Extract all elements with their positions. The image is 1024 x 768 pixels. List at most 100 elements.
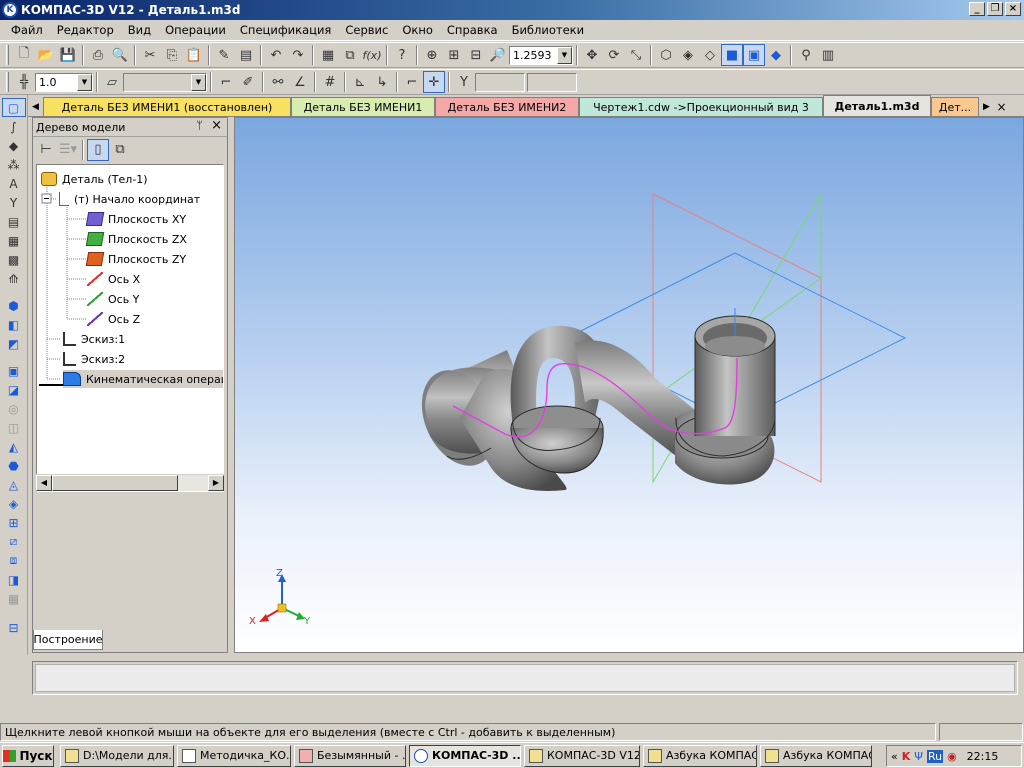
- sheet-metal-icon[interactable]: ⟰: [2, 269, 26, 288]
- tree-node-plane-zx[interactable]: Плоскость ZX: [85, 230, 187, 248]
- hole-icon[interactable]: ◎: [2, 399, 26, 418]
- scroll-left-icon[interactable]: ◀: [36, 475, 52, 491]
- menu-libraries[interactable]: Библиотеки: [505, 23, 592, 37]
- tree-node-sketch-2[interactable]: Эскиз:2: [63, 350, 125, 368]
- thread-icon[interactable]: ⧈: [2, 551, 26, 570]
- zoom-scale-icon[interactable]: 🔎: [487, 44, 509, 66]
- usb-icon[interactable]: Ψ: [914, 750, 923, 763]
- tab-doc-4[interactable]: Чертеж1.cdw ->Проекционный вид 3: [579, 97, 823, 116]
- task-kompas-help[interactable]: КОМПАС-3D V12: [524, 744, 640, 767]
- axes-icon[interactable]: ↳: [371, 71, 393, 93]
- chevron-down-icon[interactable]: ▼: [191, 73, 206, 91]
- layer-icon[interactable]: ▱: [101, 71, 123, 93]
- scroll-thumb[interactable]: [52, 475, 178, 491]
- tree-node-axis-z[interactable]: Ось Z: [87, 310, 140, 328]
- step-icon[interactable]: ╬: [13, 71, 35, 93]
- tab-scroll-left-icon[interactable]: ◀: [28, 97, 43, 116]
- save-icon[interactable]: 💾: [57, 44, 79, 66]
- variables-icon[interactable]: ⧉: [339, 44, 361, 66]
- menu-help[interactable]: Справка: [440, 23, 505, 37]
- tab-scroll-right-icon[interactable]: ▶: [979, 97, 994, 116]
- menu-edit[interactable]: Редактор: [50, 23, 121, 37]
- kinematic-icon[interactable]: ◩: [2, 334, 26, 353]
- rotate-op-icon[interactable]: ◧: [2, 315, 26, 334]
- library-manager-icon[interactable]: ▥: [817, 44, 839, 66]
- tab-construction[interactable]: Построение: [33, 630, 103, 650]
- task-word[interactable]: Методичка_КО...: [177, 744, 291, 767]
- tab-close-icon[interactable]: ×: [994, 97, 1009, 116]
- filter-objects-icon[interactable]: Y: [2, 193, 26, 212]
- tab-doc-1[interactable]: Деталь БЕЗ ИМЕНИ1 (восстановлен): [43, 97, 291, 116]
- tab-doc-2[interactable]: Деталь БЕЗ ИМЕНИ1: [291, 97, 435, 116]
- split-icon[interactable]: ⧄: [2, 532, 26, 551]
- help-pointer-icon[interactable]: ?: [391, 44, 413, 66]
- language-indicator[interactable]: Ru: [926, 749, 944, 763]
- measure-icon[interactable]: ▤: [2, 212, 26, 231]
- step-combo[interactable]: 1.0 ▼: [35, 72, 93, 92]
- tree-node-plane-xy[interactable]: Плоскость XY: [85, 210, 186, 228]
- cut-rotate-icon[interactable]: ◪: [2, 380, 26, 399]
- record-icon[interactable]: ◉: [947, 750, 957, 763]
- zoom-out-icon[interactable]: ⊟: [465, 44, 487, 66]
- task-azbuka-2[interactable]: Азбука КОМПАС: [760, 744, 872, 767]
- perspective-icon[interactable]: ◆: [765, 44, 787, 66]
- shaded-icon[interactable]: ■: [721, 44, 743, 66]
- menu-view[interactable]: Вид: [121, 23, 158, 37]
- menu-operations[interactable]: Операции: [158, 23, 233, 37]
- undo-icon[interactable]: ↶: [265, 44, 287, 66]
- tree-hscrollbar[interactable]: ◀ ▶: [36, 474, 224, 491]
- pan-icon[interactable]: ✥: [581, 44, 603, 66]
- tree-toggle-icon[interactable]: ⊟: [2, 618, 26, 637]
- function-icon[interactable]: f(x): [361, 44, 383, 66]
- chevron-down-icon[interactable]: ▼: [557, 46, 572, 64]
- manager-icon[interactable]: ▦: [317, 44, 339, 66]
- tree-copy-icon[interactable]: ⧉: [109, 139, 131, 161]
- menu-specification[interactable]: Спецификация: [233, 23, 338, 37]
- task-paint[interactable]: Безымянный - ...: [294, 744, 406, 767]
- arrays-icon[interactable]: ⁂: [2, 155, 26, 174]
- open-file-icon[interactable]: 📂: [35, 44, 57, 66]
- filter-icon[interactable]: ⚲: [795, 44, 817, 66]
- spec-icon[interactable]: ▦: [2, 231, 26, 250]
- menu-service[interactable]: Сервис: [338, 23, 395, 37]
- extrude-icon[interactable]: ⬢: [2, 296, 26, 315]
- minimize-button[interactable]: _: [969, 2, 985, 16]
- layer-combo[interactable]: ▼: [123, 72, 207, 92]
- incline-icon[interactable]: ◈: [2, 494, 26, 513]
- restore-button[interactable]: ❐: [987, 2, 1003, 16]
- model-viewport[interactable]: Z X Y: [234, 117, 1024, 653]
- kaspersky-icon[interactable]: K: [902, 750, 911, 763]
- tree-node-axis-x[interactable]: Ось X: [87, 270, 140, 288]
- spatial-curves-icon[interactable]: ∫: [2, 117, 26, 136]
- wireframe-icon[interactable]: ⬡: [655, 44, 677, 66]
- tray-expand-icon[interactable]: «: [891, 750, 898, 763]
- preview-icon[interactable]: 🔍: [109, 44, 131, 66]
- tree-structure-icon[interactable]: ⊢: [35, 139, 57, 161]
- orientation-icon[interactable]: ⤡: [625, 44, 647, 66]
- cursor-coords-icon[interactable]: ✛: [423, 71, 445, 93]
- hidden-lines-icon[interactable]: ◈: [677, 44, 699, 66]
- chamfer-icon[interactable]: ◭: [2, 437, 26, 456]
- mirror-icon[interactable]: ◨: [2, 570, 26, 589]
- menu-file[interactable]: Файл: [4, 23, 50, 37]
- local-axes-icon[interactable]: ⊾: [349, 71, 371, 93]
- print-icon[interactable]: ⎙: [87, 44, 109, 66]
- shaded-edges-icon[interactable]: ▣: [743, 44, 765, 66]
- task-explorer[interactable]: D:\Модели для...: [60, 744, 174, 767]
- properties-icon[interactable]: ▤: [235, 44, 257, 66]
- snap-icon[interactable]: ⚯: [267, 71, 289, 93]
- array-op-icon[interactable]: ▦: [2, 589, 26, 608]
- aux-geometry-icon[interactable]: A: [2, 174, 26, 193]
- zoom-in-icon[interactable]: ⊞: [443, 44, 465, 66]
- tab-doc-active[interactable]: Деталь1.m3d: [823, 95, 931, 116]
- tree-node-plane-zy[interactable]: Плоскость ZY: [85, 250, 186, 268]
- copy-icon[interactable]: ⎘: [161, 44, 183, 66]
- section-icon[interactable]: ⊞: [2, 513, 26, 532]
- task-azbuka-1[interactable]: Азбука КОМПАС: [643, 744, 757, 767]
- tree-node-axis-y[interactable]: Ось Y: [87, 290, 139, 308]
- zoom-combo[interactable]: 1.2593 ▼: [509, 45, 573, 65]
- coord-field-1[interactable]: [475, 72, 525, 92]
- format-painter-icon[interactable]: ✎: [213, 44, 235, 66]
- rib-icon[interactable]: ◬: [2, 475, 26, 494]
- scroll-right-icon[interactable]: ▶: [208, 475, 224, 491]
